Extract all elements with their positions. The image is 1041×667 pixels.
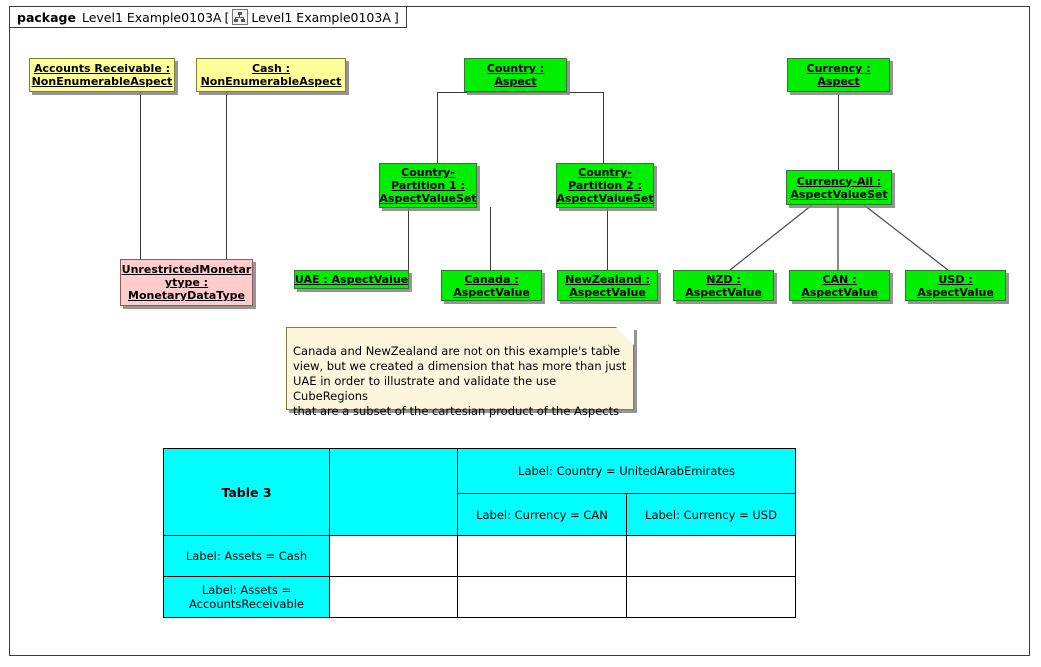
table-title-cell: Table 3 [163, 448, 330, 536]
node-canada-line2: AspectValue [453, 285, 530, 299]
node-cash-line2: NonEnumerableAspect [200, 75, 342, 88]
node-currency[interactable]: Currency : Aspect [787, 58, 890, 92]
table-cell-ar-blank[interactable] [329, 576, 458, 618]
node-unrestricted-monetarytype-line3: MonetaryDataType [128, 289, 246, 302]
table-row: Label: Assets = AccountsReceivable [163, 576, 796, 618]
node-canada[interactable]: Canada : AspectValue [441, 270, 542, 301]
node-country-partition-1-line3: AspectValueSet [379, 192, 477, 205]
node-currency-all-line1: Currency-All : [796, 174, 882, 188]
diagram-name: Level1 Example0103A [251, 9, 391, 25]
node-unrestricted-monetarytype-line2: ytype : [164, 276, 209, 289]
table-row-header-assets-accountsreceivable: Label: Assets = AccountsReceivable [163, 576, 330, 618]
node-country-partition-2[interactable]: Country- Partition 2 : AspectValueSet [556, 163, 654, 208]
table-corner-blank-cell [329, 448, 458, 536]
diagram-icon [232, 9, 249, 25]
note-box[interactable]: Canada and NewZealand are not on this ex… [286, 327, 634, 418]
table-cell-cash-usd[interactable] [626, 535, 796, 577]
node-accounts-receivable-line2: NonEnumerableAspect [31, 75, 173, 88]
node-currency-line1: Currency : [806, 62, 871, 75]
table-country-header: Label: Country = UnitedArabEmirates [457, 448, 796, 494]
node-currency-all[interactable]: Currency-All : AspectValueSet [786, 170, 892, 205]
node-newzealand-line2: AspectValue [569, 285, 646, 299]
node-country-line2: Aspect [494, 75, 537, 88]
node-cash-line1: Cash : [251, 62, 291, 75]
node-unrestricted-monetarytype[interactable]: UnrestrictedMonetar ytype : MonetaryData… [120, 259, 253, 306]
node-uae-line1: UAE : AspectValue [294, 273, 409, 286]
table-row: Label: Assets = Cash [163, 535, 796, 577]
table-3: Table 3 Label: Country = UnitedArabEmira… [163, 448, 796, 618]
node-country[interactable]: Country : Aspect [464, 58, 567, 92]
node-newzealand-line1: NewZealand : [565, 272, 650, 286]
package-name: Level1 Example0103A [81, 9, 222, 25]
table-cell-ar-can[interactable] [457, 576, 627, 618]
node-country-partition-1-line2: Partition 1 : [391, 179, 465, 192]
node-usd-line2: AspectValue [917, 285, 994, 299]
table-row-header-1: Table 3 Label: Country = UnitedArabEmira… [163, 448, 796, 536]
node-nzd-line2: AspectValue [685, 285, 762, 299]
node-nzd-line1: NZD : [706, 272, 741, 286]
node-can-line1: CAN : [822, 272, 857, 286]
node-uae[interactable]: UAE : AspectValue [294, 270, 409, 289]
node-country-partition-2-line1: Country- [578, 166, 632, 179]
node-country-partition-1[interactable]: Country- Partition 1 : AspectValueSet [379, 163, 477, 208]
node-unrestricted-monetarytype-line1: UnrestrictedMonetar [121, 263, 252, 276]
note-text: Canada and NewZealand are not on this ex… [293, 344, 627, 418]
node-canada-line1: Canada : [464, 272, 519, 286]
table-cell-cash-blank[interactable] [329, 535, 458, 577]
bracket-open: [ [224, 9, 230, 25]
node-currency-line2: Aspect [817, 75, 860, 88]
table-currency-header-can: Label: Currency = CAN [457, 493, 627, 536]
table-cell-ar-usd[interactable] [626, 576, 796, 618]
node-can[interactable]: CAN : AspectValue [789, 270, 890, 301]
table-row-header-assets-cash: Label: Assets = Cash [163, 535, 330, 577]
node-accounts-receivable-line1: Accounts Receivable : [33, 62, 171, 75]
node-accounts-receivable[interactable]: Accounts Receivable : NonEnumerableAspec… [29, 58, 175, 92]
node-country-partition-1-line1: Country- [401, 166, 455, 179]
table-cell-cash-can[interactable] [457, 535, 627, 577]
package-keyword: package [17, 9, 76, 25]
node-cash[interactable]: Cash : NonEnumerableAspect [196, 58, 346, 92]
package-tab[interactable]: package Level1 Example0103A [ Level1 Exa… [9, 6, 407, 28]
bracket-close: ] [393, 9, 399, 25]
node-currency-all-line2: AspectValueSet [790, 187, 888, 201]
table-currency-header-usd: Label: Currency = USD [626, 493, 796, 536]
node-country-partition-2-line2: Partition 2 : [568, 179, 642, 192]
node-usd[interactable]: USD : AspectValue [905, 270, 1006, 301]
node-nzd[interactable]: NZD : AspectValue [673, 270, 774, 301]
node-can-line2: AspectValue [801, 285, 878, 299]
node-country-line1: Country : [486, 62, 545, 75]
node-newzealand[interactable]: NewZealand : AspectValue [557, 270, 658, 301]
node-country-partition-2-line3: AspectValueSet [556, 192, 654, 205]
node-usd-line1: USD : [938, 272, 973, 286]
